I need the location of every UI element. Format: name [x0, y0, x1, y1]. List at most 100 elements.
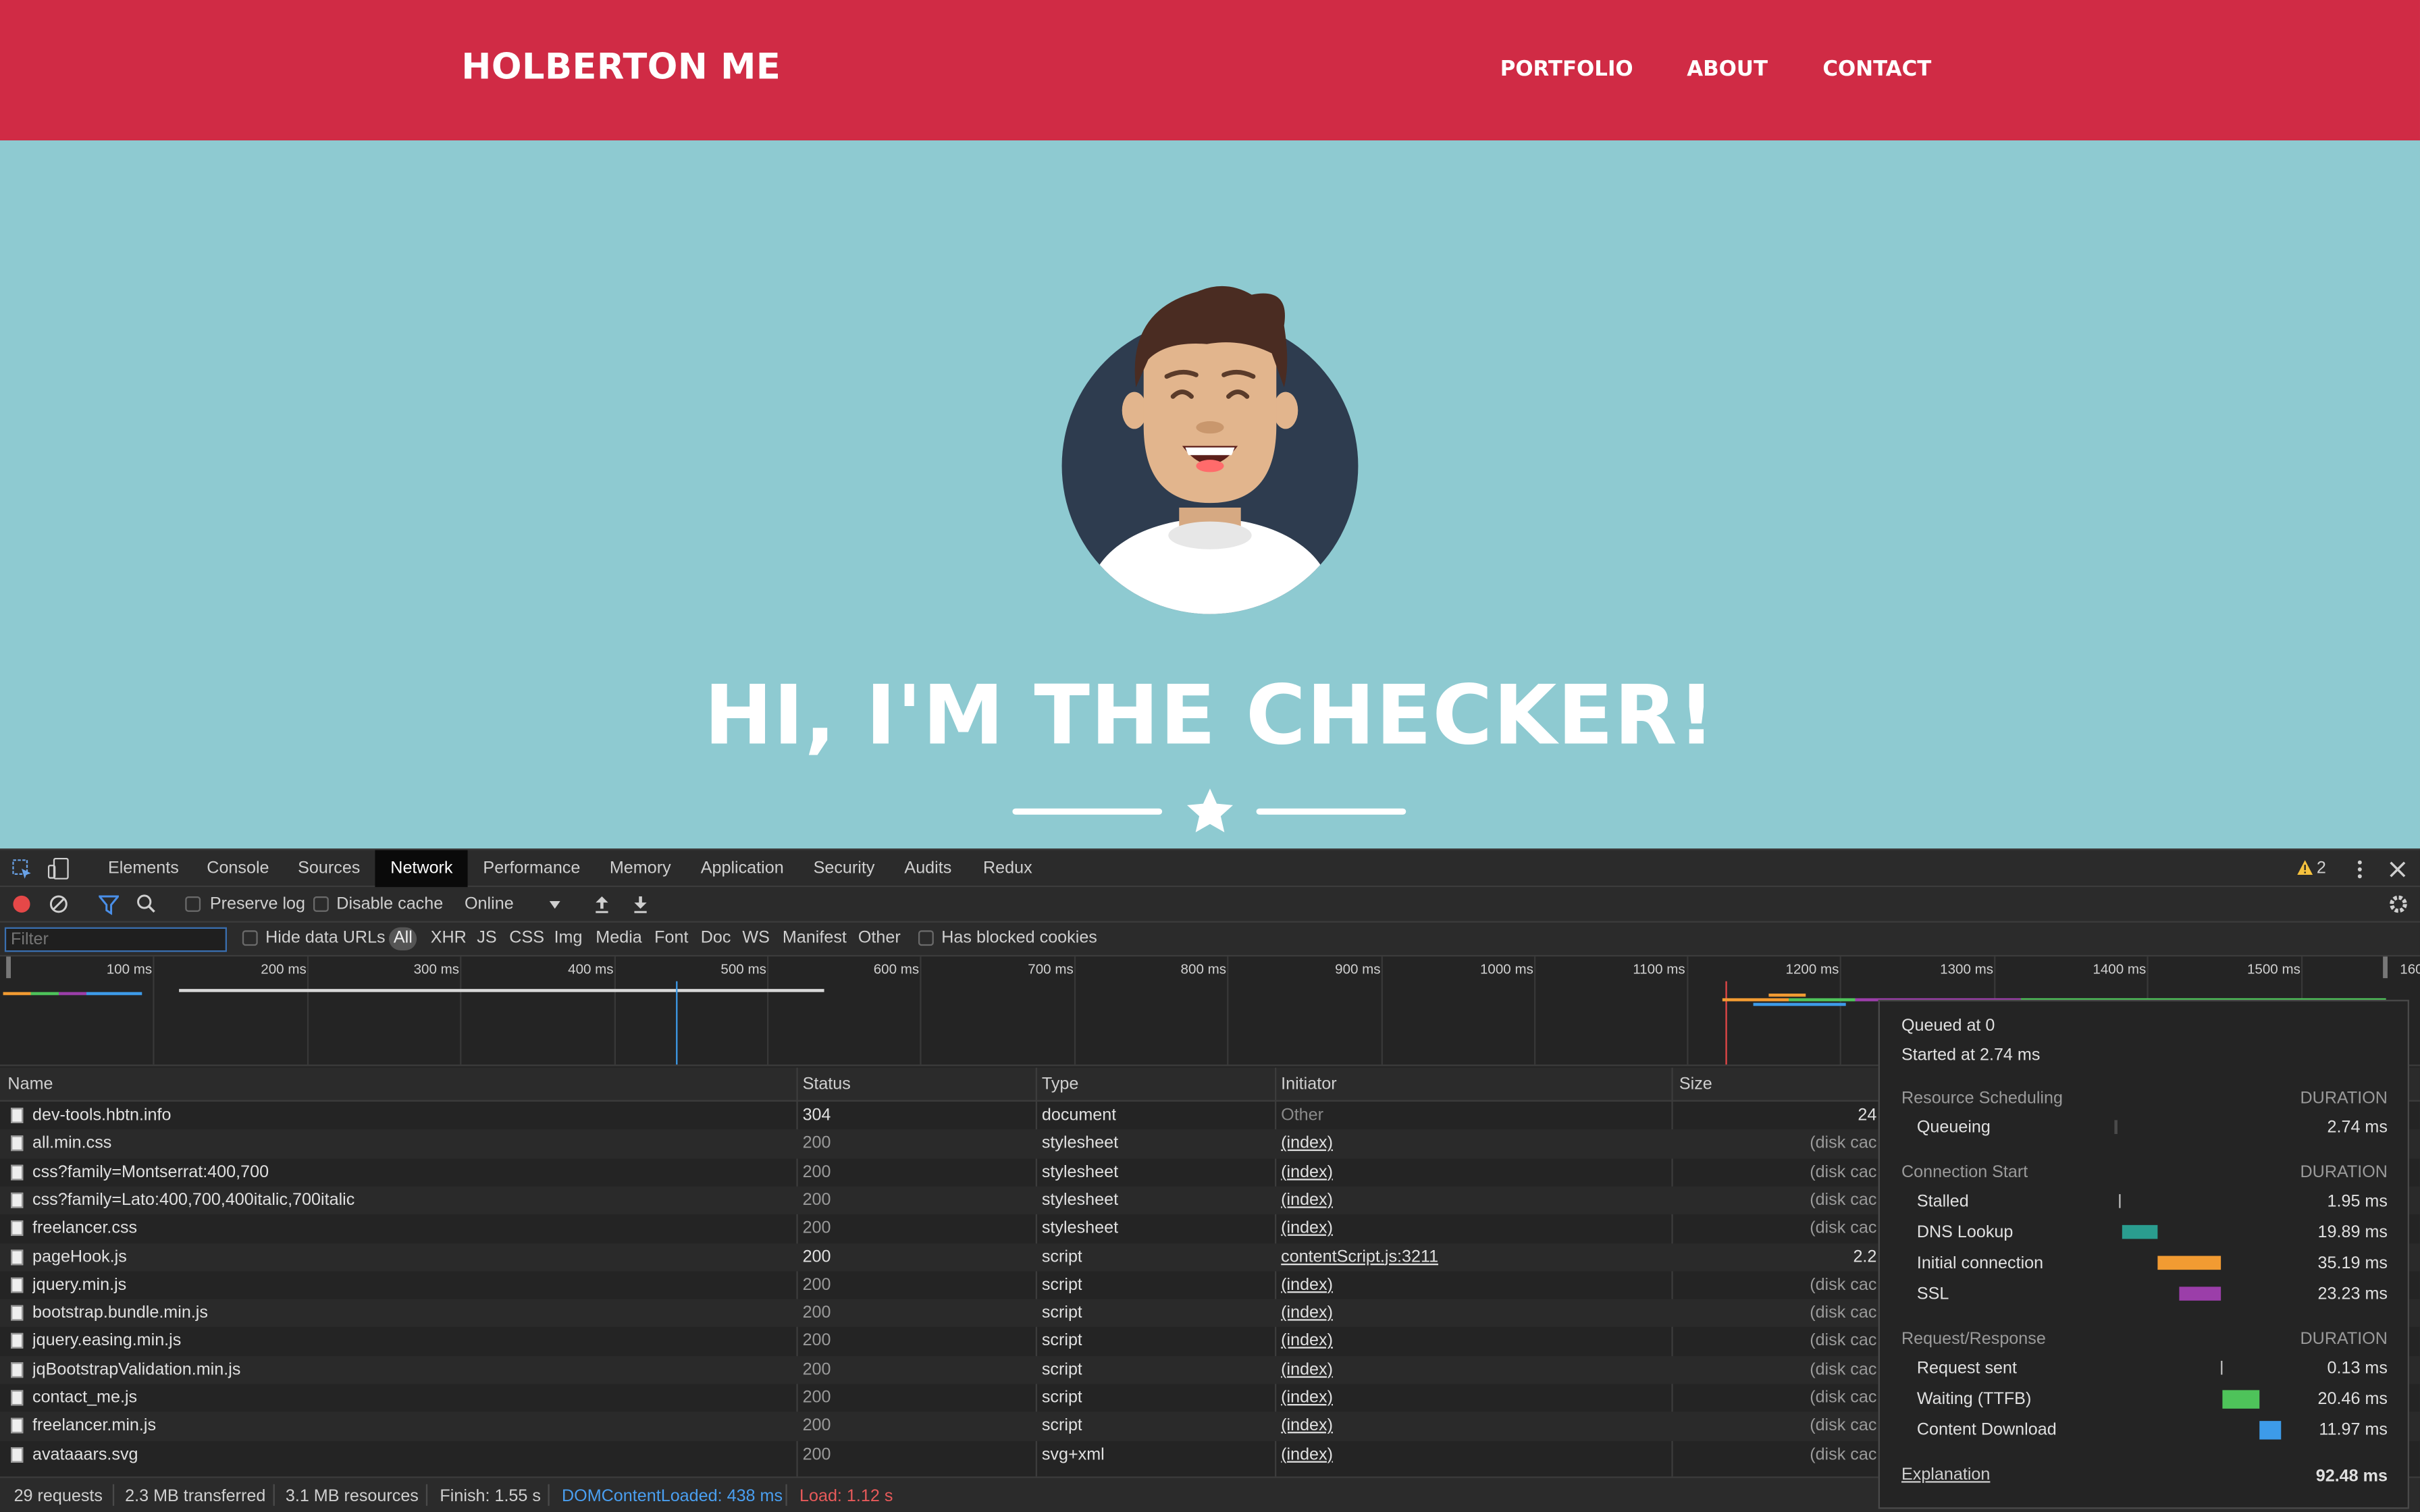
request-initiator[interactable]: (index): [1281, 1135, 1333, 1153]
request-initiator[interactable]: (index): [1281, 1304, 1333, 1322]
request-initiator[interactable]: (index): [1281, 1417, 1333, 1435]
warning-icon[interactable]: [2296, 859, 2313, 876]
request-type: document: [1041, 1106, 1117, 1125]
request-type: script: [1041, 1303, 1082, 1323]
column-header-initiator[interactable]: Initiator: [1281, 1075, 1336, 1094]
request-name[interactable]: css?family=Montserrat:400,700: [32, 1162, 789, 1181]
nav-link-portfolio[interactable]: PORTFOLIO: [1500, 57, 1633, 82]
tab-audits[interactable]: Audits: [889, 850, 968, 887]
filter-input[interactable]: [4, 927, 227, 952]
load-marker: [1725, 981, 1727, 1065]
tab-sources[interactable]: Sources: [282, 850, 375, 887]
overview-bar: [179, 989, 824, 992]
export-har-icon[interactable]: [633, 895, 648, 913]
column-header-type[interactable]: Type: [1042, 1075, 1079, 1094]
type-filter-img[interactable]: Img: [554, 929, 583, 947]
tab-security[interactable]: Security: [798, 850, 891, 887]
request-initiator[interactable]: (index): [1281, 1360, 1333, 1378]
request-initiator[interactable]: contentScript.js:3211: [1281, 1247, 1438, 1266]
more-options-icon[interactable]: [2355, 859, 2365, 880]
column-header-name[interactable]: Name: [7, 1075, 53, 1094]
request-name[interactable]: avataaars.svg: [32, 1445, 789, 1463]
type-filter-all[interactable]: All: [388, 927, 417, 950]
type-filter-doc[interactable]: Doc: [701, 929, 731, 947]
throttling-select[interactable]: Online: [465, 895, 514, 913]
summary-separator: [785, 1484, 787, 1506]
overview-handle-right[interactable]: [2383, 956, 2388, 979]
timing-bar-dns-lookup: [2122, 1224, 2158, 1239]
request-name[interactable]: jqBootstrapValidation.min.js: [32, 1360, 789, 1378]
search-icon[interactable]: [136, 893, 156, 913]
gear-icon[interactable]: [2388, 893, 2409, 915]
close-icon[interactable]: [2389, 861, 2406, 878]
request-initiator[interactable]: (index): [1281, 1219, 1333, 1237]
inspect-element-icon[interactable]: [12, 859, 32, 880]
tab-console[interactable]: Console: [191, 850, 284, 887]
file-icon: [10, 1305, 24, 1321]
column-header-size[interactable]: Size: [1679, 1075, 1712, 1094]
timing-label-waiting-ttfb: Waiting (TTFB): [1916, 1390, 2032, 1409]
request-name[interactable]: freelancer.min.js: [32, 1417, 789, 1435]
summary-separator: [425, 1484, 428, 1506]
request-name[interactable]: pageHook.js: [32, 1247, 789, 1266]
nav-link-contact[interactable]: CONTACT: [1822, 57, 1931, 82]
request-initiator[interactable]: (index): [1281, 1388, 1333, 1407]
request-name[interactable]: all.min.css: [32, 1135, 789, 1153]
type-filter-js[interactable]: JS: [477, 929, 496, 947]
request-size: (disk cac: [1810, 1388, 1877, 1407]
filter-icon[interactable]: [99, 895, 119, 915]
type-filter-other[interactable]: Other: [858, 929, 901, 947]
request-name[interactable]: bootstrap.bundle.min.js: [32, 1304, 789, 1322]
request-status: 200: [802, 1162, 831, 1181]
request-size: (disk cac: [1810, 1303, 1877, 1323]
overview-tick-label: 300 ms: [413, 961, 460, 977]
import-har-icon[interactable]: [594, 895, 610, 913]
overview-tick-label: 1100 ms: [1633, 961, 1685, 977]
timing-explanation-link[interactable]: Explanation: [1901, 1465, 1990, 1484]
device-toolbar-icon[interactable]: [47, 857, 70, 880]
type-filter-font[interactable]: Font: [654, 929, 688, 947]
warning-count[interactable]: 2: [2317, 859, 2326, 878]
column-header-status[interactable]: Status: [803, 1075, 851, 1094]
request-initiator[interactable]: (index): [1281, 1191, 1333, 1209]
tab-performance[interactable]: Performance: [468, 850, 596, 887]
site-brand[interactable]: HOLBERTON ME: [461, 48, 781, 88]
clear-icon[interactable]: [49, 895, 68, 913]
request-name[interactable]: dev-tools.hbtn.info: [32, 1106, 789, 1125]
request-status: 200: [802, 1416, 831, 1436]
nav-link-about[interactable]: ABOUT: [1687, 57, 1768, 82]
request-initiator[interactable]: (index): [1281, 1445, 1333, 1463]
request-initiator[interactable]: (index): [1281, 1332, 1333, 1350]
overview-handle-left[interactable]: [6, 956, 11, 979]
has-blocked-cookies-checkbox[interactable]: [918, 930, 934, 946]
file-icon: [10, 1390, 24, 1406]
hero-section: HI, I'M THE CHECKER!: [0, 140, 2420, 850]
request-initiator[interactable]: (index): [1281, 1276, 1333, 1294]
request-name[interactable]: contact_me.js: [32, 1388, 789, 1407]
request-name[interactable]: jquery.min.js: [32, 1276, 789, 1294]
timing-value-initial-connection: 35.19 ms: [2317, 1254, 2388, 1273]
file-icon: [10, 1135, 24, 1152]
hide-data-urls-checkbox[interactable]: [242, 930, 258, 946]
tab-network[interactable]: Network: [375, 850, 469, 888]
request-name[interactable]: css?family=Lato:400,700,400italic,700ita…: [32, 1191, 789, 1209]
tab-application[interactable]: Application: [685, 850, 799, 887]
tab-memory[interactable]: Memory: [594, 850, 687, 887]
type-filter-manifest[interactable]: Manifest: [783, 929, 847, 947]
request-name[interactable]: freelancer.css: [32, 1219, 789, 1237]
disable-cache-checkbox[interactable]: [313, 896, 329, 912]
preserve-log-checkbox[interactable]: [185, 896, 201, 912]
overview-tick-line: [307, 956, 309, 1065]
tab-elements[interactable]: Elements: [93, 850, 194, 887]
request-initiator[interactable]: (index): [1281, 1162, 1333, 1181]
request-name[interactable]: jquery.easing.min.js: [32, 1332, 789, 1350]
type-filter-xhr[interactable]: XHR: [431, 929, 467, 947]
tab-redux[interactable]: Redux: [968, 850, 1047, 887]
record-icon[interactable]: [12, 895, 30, 913]
timing-section-title: Connection Start: [1901, 1163, 2028, 1182]
chevron-down-icon[interactable]: [549, 900, 560, 909]
type-filter-ws[interactable]: WS: [742, 929, 770, 947]
type-filter-css[interactable]: CSS: [509, 929, 544, 947]
type-filter-media[interactable]: Media: [596, 929, 641, 947]
request-status: 200: [802, 1134, 831, 1154]
